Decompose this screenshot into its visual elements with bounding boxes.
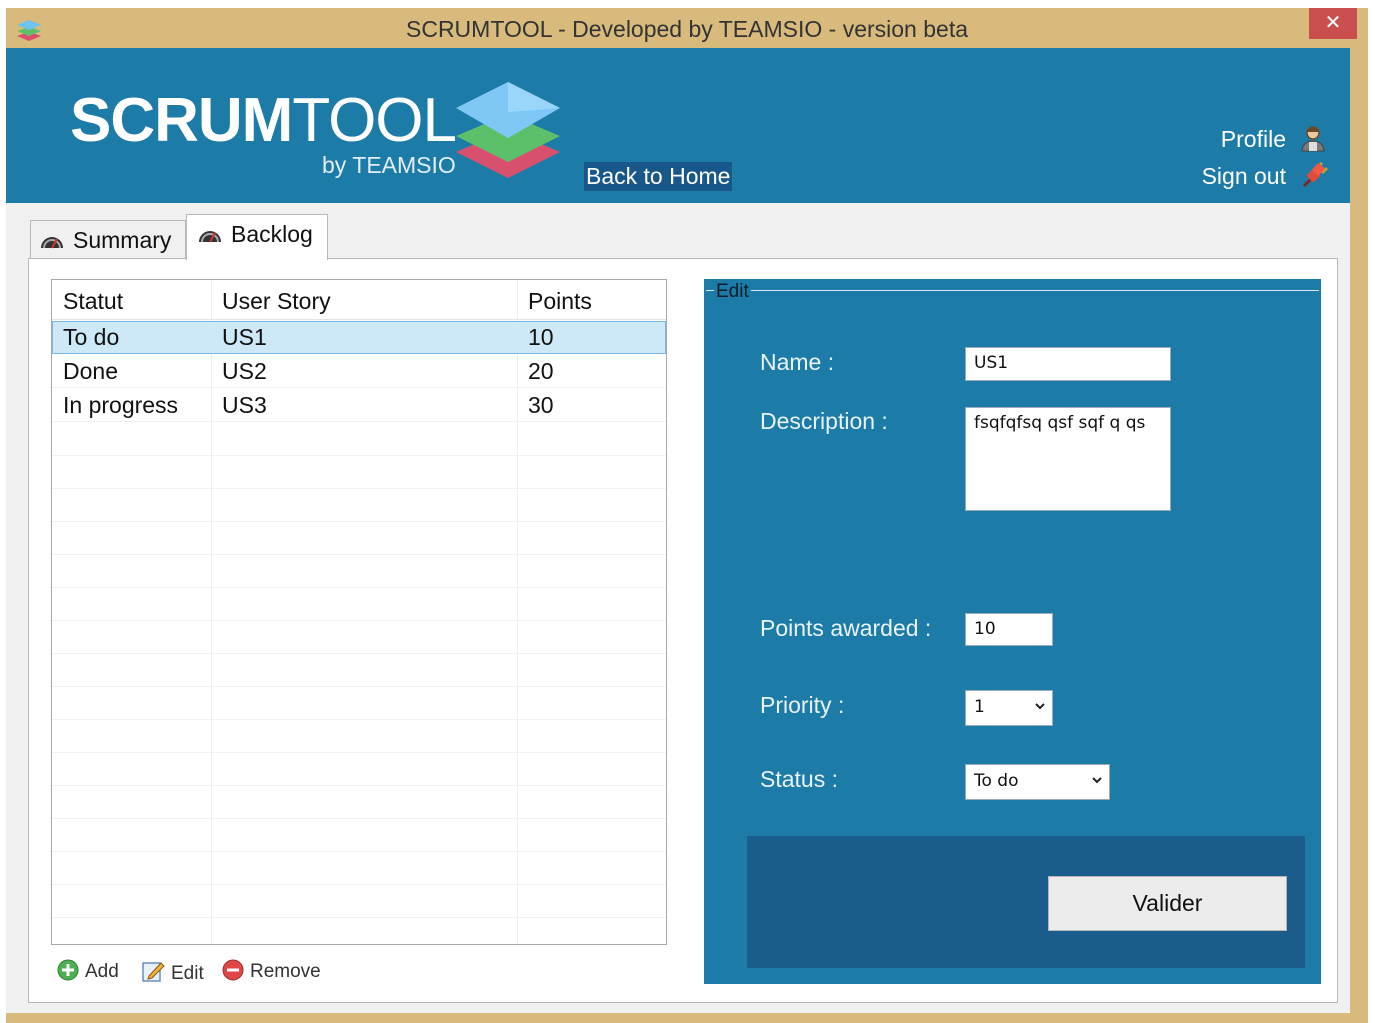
logo-wordmark: SCRUMTOOL: [70, 90, 457, 152]
logo-bold-part: SCRUM: [70, 86, 293, 155]
table-row[interactable]: To do US1 10: [52, 321, 666, 354]
column-header-points[interactable]: Points: [517, 280, 666, 319]
cell-statut: To do: [63, 324, 120, 350]
client-area: Summary Backlog Statut User Story Points…: [6, 203, 1350, 1013]
edit-groupbox: Edit Name : US1 Description : fsqfqfsq q…: [704, 279, 1321, 984]
cell-user-story: US3: [222, 392, 267, 418]
table-row[interactable]: Done US2 20: [52, 355, 666, 388]
priority-value: 1: [974, 697, 985, 717]
remove-icon: [222, 959, 244, 981]
status-label: Status :: [760, 766, 838, 792]
empty-row: [52, 720, 666, 753]
empty-row: [52, 885, 666, 918]
empty-row: [52, 489, 666, 522]
cell-points: 10: [528, 324, 554, 350]
empty-row: [52, 753, 666, 786]
remove-label: Remove: [250, 961, 321, 982]
add-icon: [57, 959, 79, 981]
backlog-table[interactable]: Statut User Story Points To do US1 10 Do…: [51, 279, 667, 945]
priority-label: Priority :: [760, 692, 845, 718]
column-header-user-story[interactable]: User Story: [211, 280, 517, 319]
tab-backlog[interactable]: Backlog: [186, 214, 328, 260]
chevron-down-icon: [1035, 703, 1045, 710]
logo-stack-icon: [456, 82, 560, 178]
empty-row: [52, 621, 666, 654]
edit-button[interactable]: Edit: [141, 959, 204, 985]
column-header-statut[interactable]: Statut: [52, 280, 211, 319]
edit-legend: Edit: [714, 281, 751, 303]
cell-points: 30: [528, 392, 554, 418]
edit-label: Edit: [171, 963, 204, 984]
cell-statut: In progress: [63, 392, 179, 418]
add-label: Add: [85, 961, 119, 982]
sign-out-plug-icon[interactable]: [1300, 162, 1328, 190]
submit-area: Valider: [747, 836, 1305, 968]
tab-summary-label: Summary: [73, 227, 172, 253]
empty-row: [52, 555, 666, 588]
app-header: SCRUMTOOL by TEAMSIO Back to Home Profil…: [6, 48, 1350, 203]
points-label: Points awarded :: [760, 615, 932, 641]
window-title: SCRUMTOOL - Developed by TEAMSIO - versi…: [406, 16, 968, 42]
empty-row: [52, 423, 666, 456]
empty-row: [52, 918, 666, 944]
backlog-panel: Statut User Story Points To do US1 10 Do…: [28, 258, 1338, 1003]
back-to-home-link[interactable]: Back to Home: [584, 162, 733, 191]
tab-summary[interactable]: Summary: [30, 220, 186, 258]
logo-light-part: TOOL: [292, 86, 457, 155]
name-input[interactable]: US1: [965, 347, 1171, 381]
description-textarea[interactable]: fsqfqfsq qsf sqf q qs: [965, 407, 1171, 511]
empty-row: [52, 852, 666, 885]
table-row[interactable]: In progress US3 30: [52, 389, 666, 422]
empty-row: [52, 819, 666, 852]
priority-select[interactable]: 1: [965, 690, 1053, 726]
logo-subtitle: by TEAMSIO: [322, 152, 456, 178]
empty-row: [52, 456, 666, 489]
profile-link[interactable]: Profile: [1221, 126, 1286, 153]
cell-user-story: US1: [222, 324, 267, 350]
empty-row: [52, 522, 666, 555]
gauge-icon: [41, 237, 63, 249]
tab-backlog-label: Backlog: [231, 221, 313, 247]
cell-points: 20: [528, 358, 554, 384]
profile-user-icon[interactable]: [1300, 124, 1326, 152]
groupbox-border: [706, 290, 1319, 291]
empty-row: [52, 687, 666, 720]
add-button[interactable]: Add: [57, 959, 119, 983]
status-select[interactable]: To do: [965, 764, 1110, 800]
sign-out-link[interactable]: Sign out: [1202, 163, 1286, 190]
remove-button[interactable]: Remove: [222, 959, 321, 983]
cell-user-story: US2: [222, 358, 267, 384]
cell-statut: Done: [63, 358, 118, 384]
edit-icon: [142, 962, 165, 982]
chevron-down-icon: [1092, 777, 1102, 784]
status-value: To do: [974, 771, 1019, 791]
points-input[interactable]: 10: [965, 613, 1053, 646]
table-header: Statut User Story Points: [52, 280, 666, 320]
empty-row: [52, 654, 666, 687]
valider-button[interactable]: Valider: [1048, 876, 1287, 931]
description-label: Description :: [760, 408, 888, 434]
name-label: Name :: [760, 349, 835, 375]
gauge-icon: [199, 231, 221, 243]
empty-row: [52, 786, 666, 819]
empty-row: [52, 588, 666, 621]
close-icon[interactable]: ✕: [1309, 8, 1357, 39]
